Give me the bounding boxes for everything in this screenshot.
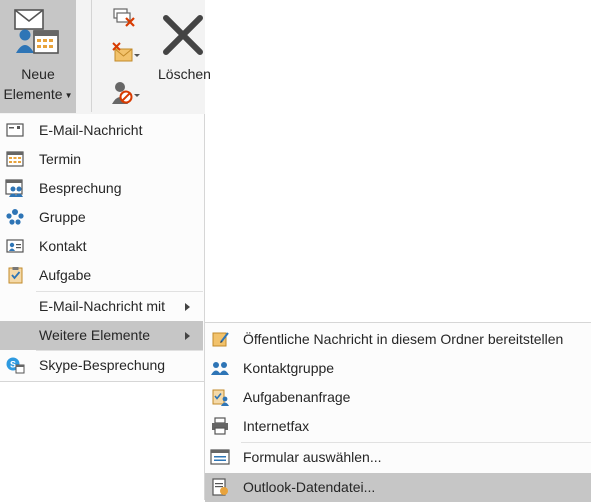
- task-request-icon: [212, 389, 229, 406]
- data-file-icon: [212, 478, 228, 496]
- menu-item-appointment[interactable]: Termin: [0, 145, 203, 174]
- menu-item-email-with[interactable]: E-Mail-Nachricht mit: [0, 292, 203, 321]
- task-clipboard-icon: [8, 267, 23, 284]
- delete-icon[interactable]: [160, 12, 206, 58]
- menu-item-label: Gruppe: [39, 209, 86, 225]
- menu-item-email-message[interactable]: E-Mail-Nachricht: [0, 116, 203, 145]
- cleanup-icon[interactable]: [110, 40, 140, 66]
- submenu-item-outlook-data-file[interactable]: Outlook-Datendatei...: [205, 473, 591, 502]
- new-items-label-line2: Elemente ▼: [3, 86, 73, 102]
- more-items-submenu: Öffentliche Nachricht in diesem Ordner b…: [204, 322, 591, 502]
- menu-item-label: Kontakt: [39, 238, 87, 254]
- menu-item-group[interactable]: Gruppe: [0, 203, 203, 232]
- submenu-item-internet-fax[interactable]: Internetfax: [205, 412, 591, 441]
- submenu-item-contact-group[interactable]: Kontaktgruppe: [205, 354, 591, 383]
- new-items-icon: [14, 9, 59, 54]
- menu-item-label: Termin: [39, 151, 82, 167]
- submenu-arrow-icon: [185, 303, 190, 311]
- menu-item-label: E-Mail-Nachricht: [39, 122, 143, 138]
- new-items-button[interactable]: Neue Elemente ▼: [0, 0, 76, 113]
- contact-card-icon: [6, 239, 24, 253]
- menu-item-label: Besprechung: [39, 180, 122, 196]
- fax-printer-icon: [212, 417, 228, 435]
- menu-item-contact[interactable]: Kontakt: [0, 232, 203, 261]
- menu-item-label: Weitere Elemente: [39, 327, 151, 343]
- menu-item-task[interactable]: Aufgabe: [0, 261, 203, 290]
- group-icon: [6, 209, 24, 225]
- form-icon: [210, 449, 230, 465]
- junk-icon[interactable]: [110, 80, 140, 106]
- contact-group-icon: [211, 362, 229, 375]
- new-items-menu: E-Mail-Nachricht Termin Besprechung Grup…: [0, 114, 205, 382]
- menu-item-label: Skype-Besprechung: [39, 357, 166, 373]
- submenu-arrow-icon: [185, 332, 190, 340]
- submenu-item-label: Internetfax: [243, 418, 310, 434]
- new-items-label-line1: Neue: [21, 66, 55, 82]
- ribbon: Neue Elemente ▼ Löschen: [0, 0, 211, 115]
- submenu-item-label: Formular auswählen...: [243, 449, 382, 465]
- post-note-icon: [212, 332, 229, 347]
- dropdown-arrow-icon: ▼: [64, 91, 73, 100]
- submenu-item-label: Aufgabenanfrage: [243, 389, 351, 405]
- menu-item-more-items[interactable]: Weitere Elemente: [0, 321, 203, 350]
- menu-item-skype-meeting[interactable]: S Skype-Besprechung: [0, 351, 203, 380]
- submenu-item-label: Kontaktgruppe: [243, 360, 335, 376]
- menu-item-label: E-Mail-Nachricht mit: [39, 298, 166, 314]
- delete-label[interactable]: Löschen: [158, 66, 211, 82]
- mail-icon: [6, 123, 24, 137]
- calendar-icon: [6, 151, 24, 167]
- submenu-item-post-in-folder[interactable]: Öffentliche Nachricht in diesem Ordner b…: [205, 325, 591, 354]
- skype-icon: S: [6, 357, 25, 374]
- menu-item-meeting[interactable]: Besprechung: [0, 174, 203, 203]
- submenu-item-task-request[interactable]: Aufgabenanfrage: [205, 383, 591, 412]
- submenu-item-choose-form[interactable]: Formular auswählen...: [205, 443, 591, 472]
- ignore-icon[interactable]: [110, 6, 140, 32]
- svg-text:S: S: [10, 360, 16, 370]
- menu-item-label: Aufgabe: [39, 267, 92, 283]
- ribbon-divider: [91, 0, 92, 112]
- submenu-item-label: Outlook-Datendatei...: [243, 479, 376, 495]
- submenu-item-label: Öffentliche Nachricht in diesem Ordner b…: [243, 331, 564, 347]
- meeting-icon: [5, 179, 23, 197]
